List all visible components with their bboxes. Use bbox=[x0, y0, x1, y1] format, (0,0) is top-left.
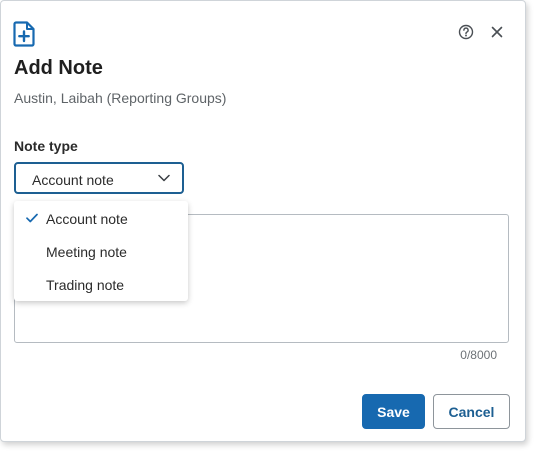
close-icon[interactable] bbox=[488, 23, 506, 41]
menu-item-trading-note[interactable]: Trading note bbox=[14, 268, 188, 301]
note-type-label: Note type bbox=[14, 138, 78, 154]
note-type-dropdown-menu: Account note Meeting note Trading note bbox=[14, 201, 188, 301]
dialog-title: Add Note bbox=[14, 57, 103, 79]
menu-item-label: Account note bbox=[46, 211, 128, 227]
chevron-down-icon bbox=[158, 174, 170, 182]
character-counter: 0/8000 bbox=[460, 348, 497, 362]
note-type-select[interactable]: Account note bbox=[14, 162, 184, 194]
menu-item-meeting-note[interactable]: Meeting note bbox=[14, 235, 188, 268]
checkmark-icon bbox=[26, 213, 38, 223]
menu-item-label: Trading note bbox=[46, 277, 125, 293]
document-plus-icon bbox=[13, 21, 35, 47]
note-type-selected-value: Account note bbox=[32, 172, 114, 188]
save-button[interactable]: Save bbox=[362, 394, 425, 429]
add-note-dialog: Add Note Austin, Laibah (Reporting Group… bbox=[0, 0, 526, 442]
dialog-subtitle: Austin, Laibah (Reporting Groups) bbox=[14, 90, 227, 106]
help-icon[interactable] bbox=[457, 23, 475, 41]
cancel-button[interactable]: Cancel bbox=[433, 394, 510, 429]
menu-item-account-note[interactable]: Account note bbox=[14, 202, 188, 235]
menu-item-label: Meeting note bbox=[46, 244, 127, 260]
